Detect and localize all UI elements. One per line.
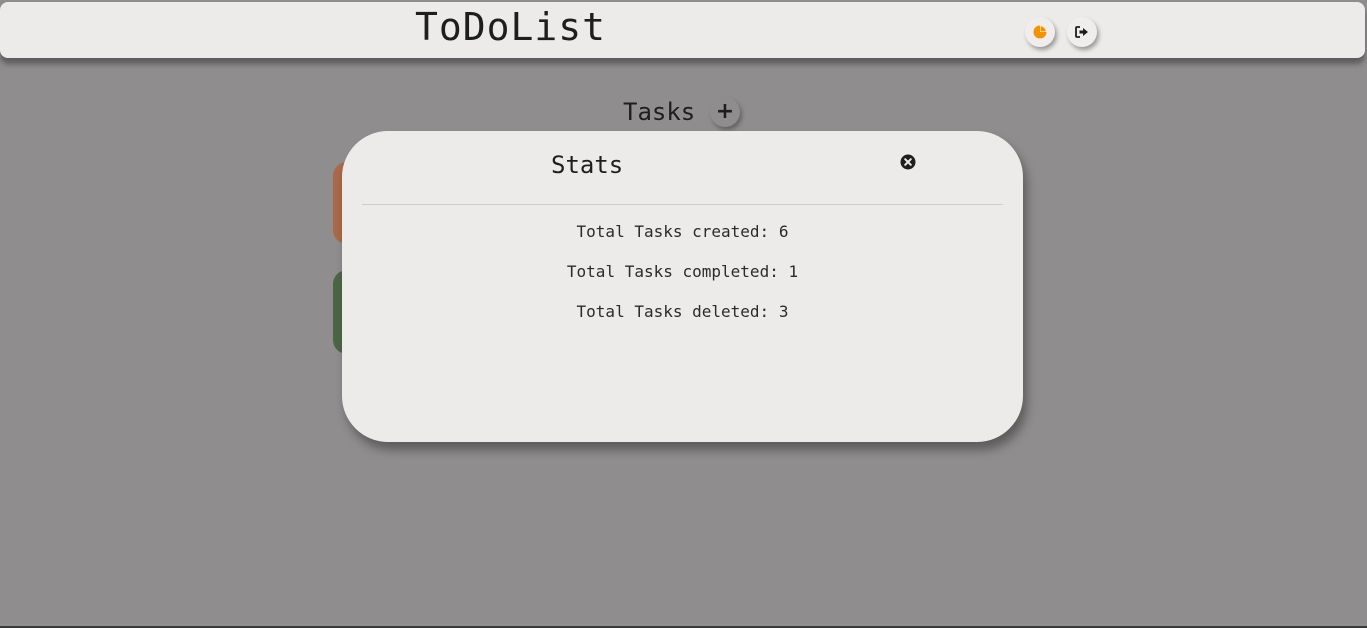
stat-total-deleted: Total Tasks deleted: 3 — [576, 302, 789, 321]
close-modal-button[interactable] — [900, 154, 916, 170]
stat-total-completed: Total Tasks completed: 1 — [566, 262, 799, 281]
tasks-heading: Tasks — [623, 98, 696, 126]
logout-button[interactable] — [1067, 17, 1097, 47]
stats-button[interactable] — [1025, 17, 1055, 47]
sign-out-icon — [1075, 26, 1088, 38]
modal-divider — [362, 204, 1003, 205]
app-header: ToDoList — [0, 2, 1365, 58]
app-title: ToDoList — [415, 5, 607, 49]
modal-title: Stats — [551, 151, 624, 179]
add-task-button[interactable]: + — [710, 97, 740, 127]
stat-total-created: Total Tasks created: 6 — [576, 222, 789, 241]
pie-chart-icon — [1033, 25, 1047, 39]
close-circle-icon — [900, 154, 916, 170]
stats-modal: Stats Total Tasks created: 6 Total Tasks… — [342, 131, 1023, 442]
